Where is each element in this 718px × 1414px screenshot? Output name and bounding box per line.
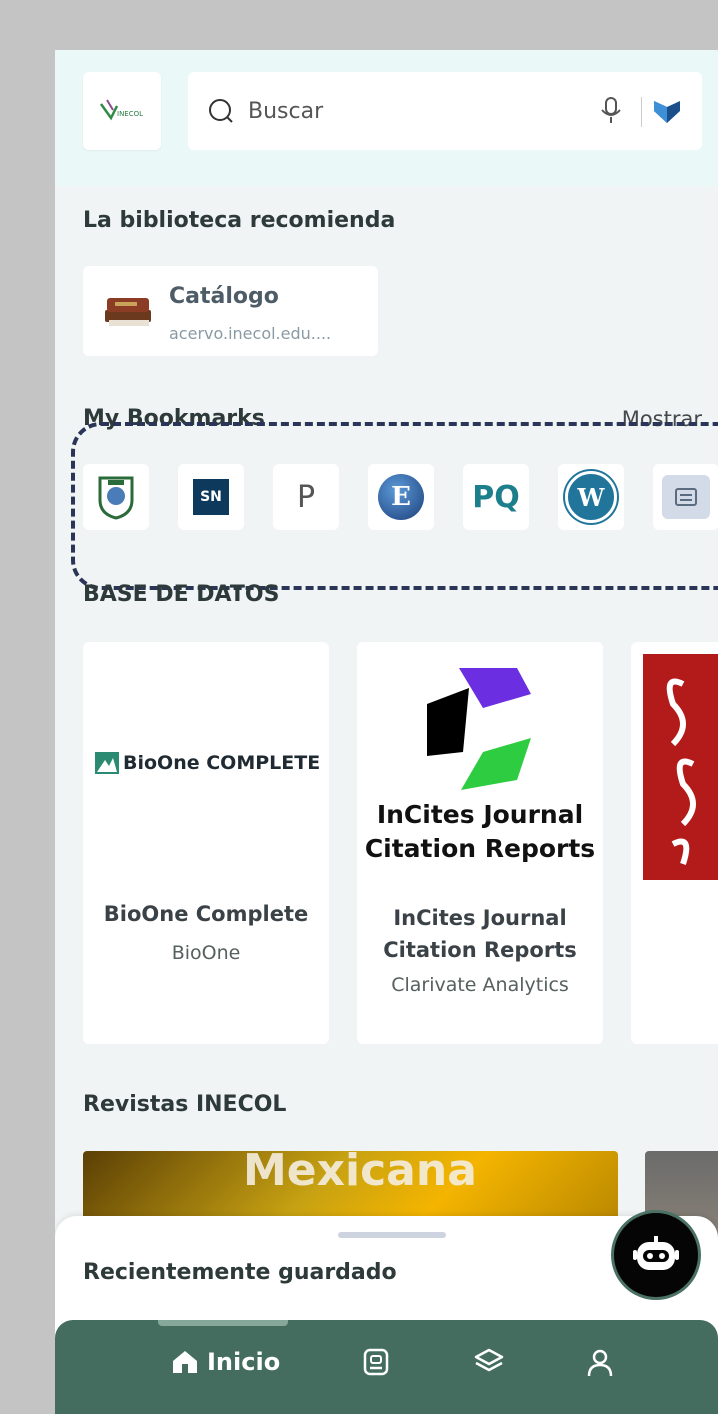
shield-icon[interactable] [652, 97, 682, 125]
chatbot-button[interactable] [611, 1210, 701, 1300]
search-icon [209, 99, 233, 123]
inecol-logo[interactable]: INECOL [83, 72, 161, 150]
sheet-handle[interactable] [338, 1232, 446, 1238]
layers-icon [474, 1348, 504, 1372]
catalog-title: Catálogo [169, 284, 279, 309]
search-placeholder: Buscar [248, 98, 324, 124]
clarivate-logo-icon [427, 668, 531, 790]
top-bar: INECOL Buscar [55, 50, 718, 186]
nav-profile[interactable] [586, 1348, 614, 1378]
databases-title: BASE DE DATOS [83, 582, 280, 607]
bookmarks-highlight [71, 422, 718, 590]
search-bar[interactable]: Buscar [188, 72, 702, 150]
nav-collections[interactable] [474, 1348, 504, 1376]
catalog-url: acervo.inecol.edu.... [169, 324, 332, 343]
nav-home[interactable]: Inicio [171, 1348, 280, 1376]
ornament-logo-icon [643, 654, 718, 880]
bottom-nav: Inicio [55, 1320, 718, 1414]
nav-reader[interactable] [363, 1348, 389, 1376]
robot-icon [633, 1236, 679, 1270]
database-card-3[interactable] [631, 642, 718, 1044]
book-icon [105, 298, 151, 326]
catalog-card[interactable]: Catálogo acervo.inecol.edu.... [83, 266, 378, 356]
database-name: InCites Journal Citation Reports [383, 906, 577, 962]
database-publisher: Clarivate Analytics [391, 974, 569, 996]
journal-cover-text: Mexicana [243, 1151, 477, 1196]
incites-logo-text: InCites Journal Citation Reports [364, 800, 596, 863]
svg-text:INECOL: INECOL [117, 110, 143, 118]
user-icon [587, 1349, 613, 1377]
database-card-incites[interactable]: InCites Journal Citation Reports InCites… [357, 642, 603, 1044]
database-name: BioOne Complete [103, 902, 309, 926]
bioone-logo: BioOne COMPLETE [95, 752, 320, 774]
journals-title: Revistas INECOL [83, 1092, 287, 1117]
database-publisher: BioOne [171, 942, 241, 964]
database-card-bioone[interactable]: BioOne COMPLETE BioOne Complete BioOne [83, 642, 329, 1044]
recent-title: Recientemente guardado [83, 1260, 397, 1285]
bioone-logo-icon [95, 752, 119, 774]
app-frame: INECOL Buscar La biblioteca recomienda C… [55, 50, 718, 1414]
nav-home-label: Inicio [207, 1348, 281, 1376]
recommend-title: La biblioteca recomienda [83, 208, 396, 233]
reader-nav-icon [363, 1348, 389, 1376]
nav-active-indicator [158, 1320, 288, 1326]
inecol-logo-icon: INECOL [99, 99, 143, 121]
home-icon [173, 1351, 197, 1373]
microphone-icon[interactable] [600, 96, 622, 126]
search-separator [641, 97, 642, 127]
